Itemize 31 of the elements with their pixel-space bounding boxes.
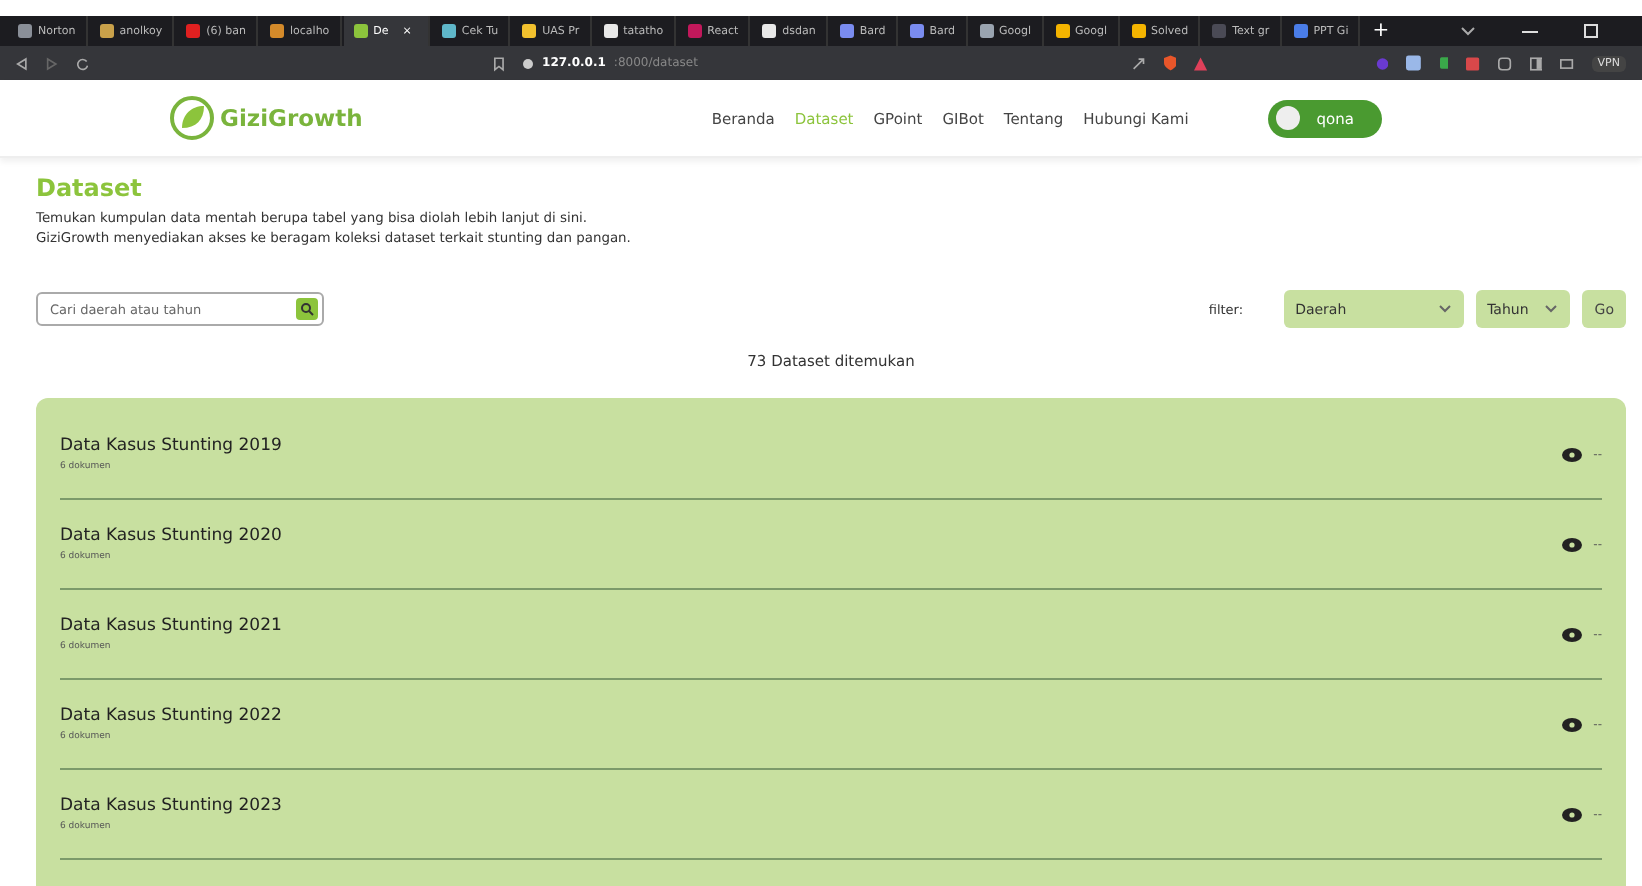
extension-icon[interactable]: [1466, 55, 1481, 71]
eye-icon[interactable]: [1561, 807, 1582, 821]
chevron-down-icon[interactable]: [1460, 25, 1476, 37]
new-tab-button[interactable]: +: [1372, 20, 1390, 42]
extensions-icon[interactable]: [1498, 55, 1512, 71]
dataset-title[interactable]: Data Kasus Stunting 2022: [60, 706, 1550, 726]
dataset-title[interactable]: Data Kasus Stunting 2021: [60, 616, 1550, 636]
minimize-icon[interactable]: [1522, 29, 1538, 33]
lock-icon: [522, 57, 535, 69]
dataset-title[interactable]: Data Kasus Stunting 2019: [60, 436, 1550, 456]
bookmark-icon[interactable]: [494, 55, 505, 71]
eye-icon[interactable]: [1561, 627, 1582, 641]
brand-name: GiziGrowth: [220, 104, 363, 132]
search-button[interactable]: [296, 298, 318, 320]
eye-icon[interactable]: [1561, 537, 1582, 551]
maximize-icon[interactable]: [1584, 24, 1598, 38]
eye-icon[interactable]: [1561, 717, 1582, 731]
share-icon[interactable]: [1132, 55, 1146, 71]
triangle-icon[interactable]: [1194, 55, 1208, 71]
reload-icon[interactable]: [75, 55, 89, 71]
dataset-title[interactable]: Data Kasus Stunting 2023: [60, 796, 1550, 816]
chevron-down-icon: [1544, 304, 1559, 314]
back-icon[interactable]: [16, 55, 28, 71]
page-title: Dataset: [36, 174, 144, 202]
eye-icon[interactable]: [1561, 447, 1582, 461]
chevron-down-icon: [1437, 304, 1452, 314]
sidebar-icon[interactable]: [1529, 55, 1543, 71]
shield-icon[interactable]: [1163, 54, 1177, 72]
leaf-logo-icon: [170, 96, 214, 140]
dataset-title[interactable]: Data Kasus Stunting 2020: [60, 526, 1550, 546]
extension-icon[interactable]: [1439, 56, 1449, 70]
